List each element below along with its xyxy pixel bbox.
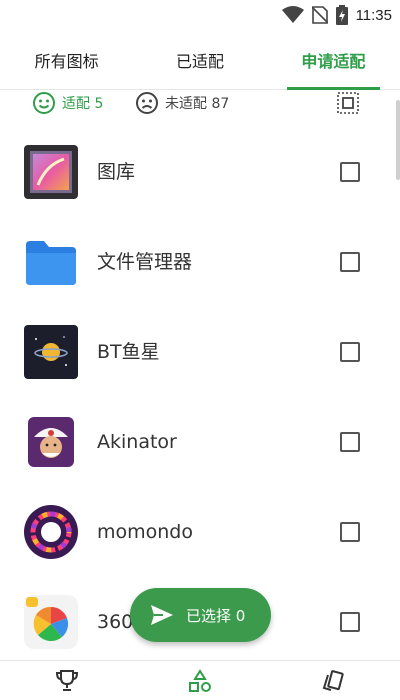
- selected-count-button[interactable]: 已选择 0: [130, 588, 271, 642]
- trophy-icon: [55, 669, 78, 691]
- list-item[interactable]: BT鱼星: [0, 307, 400, 397]
- shapes-icon: [188, 668, 211, 692]
- smile-icon: [33, 92, 55, 114]
- tab-request-adaptation[interactable]: 申请适配: [267, 30, 400, 90]
- status-bar: 11:35: [0, 0, 400, 30]
- unadapted-count: 未适配 87: [135, 90, 229, 116]
- app-checkbox[interactable]: [340, 162, 360, 182]
- app-checkbox[interactable]: [340, 342, 360, 362]
- adapted-count: 适配 5: [32, 90, 103, 116]
- app-name: Akinator: [97, 431, 177, 453]
- list-item[interactable]: 文件管理器: [0, 217, 400, 307]
- gallery-icon: [24, 145, 78, 199]
- momondo-icon: [24, 505, 78, 559]
- tab-bar: 所有图标 已适配 申请适配: [0, 30, 400, 90]
- planet-icon: [24, 325, 78, 379]
- nav-cards[interactable]: [267, 661, 400, 700]
- no-sim-icon: [311, 6, 328, 24]
- app-name: momondo: [97, 521, 193, 543]
- cards-icon: [323, 669, 344, 691]
- folder-icon: [26, 241, 76, 285]
- battery-charging-icon: [335, 5, 348, 25]
- tab-adapted[interactable]: 已适配: [133, 30, 266, 90]
- app-checkbox[interactable]: [340, 252, 360, 272]
- app-name: 360: [97, 611, 134, 633]
- app-checkbox[interactable]: [340, 432, 360, 452]
- app-checkbox[interactable]: [340, 522, 360, 542]
- akinator-icon: [28, 417, 74, 467]
- wifi-icon: [281, 6, 304, 23]
- 360-icon: [24, 595, 78, 649]
- selected-count-label: 已选择 0: [186, 606, 246, 625]
- send-icon: [151, 605, 173, 625]
- summary-row: 适配 5 未适配 87: [0, 90, 400, 118]
- app-name: BT鱼星: [97, 341, 160, 363]
- list-item[interactable]: 图库: [0, 127, 400, 217]
- list-item[interactable]: momondo: [0, 487, 400, 577]
- nav-shapes[interactable]: [133, 661, 266, 700]
- nav-trophy[interactable]: [0, 661, 133, 700]
- select-all-icon[interactable]: [336, 91, 360, 115]
- list-item[interactable]: Akinator: [0, 397, 400, 487]
- bottom-nav: [0, 660, 400, 700]
- app-list: 图库 文件管理器 BT鱼星 Akinator momondo 360: [0, 127, 400, 667]
- sad-icon: [136, 92, 158, 114]
- app-name: 图库: [97, 161, 136, 183]
- adapted-label: 适配 5: [62, 96, 104, 112]
- clock: 11:35: [355, 6, 392, 24]
- app-checkbox[interactable]: [340, 612, 360, 632]
- unadapted-label: 未适配 87: [165, 96, 230, 112]
- tab-all-icons[interactable]: 所有图标: [0, 30, 133, 90]
- app-name: 文件管理器: [97, 251, 193, 273]
